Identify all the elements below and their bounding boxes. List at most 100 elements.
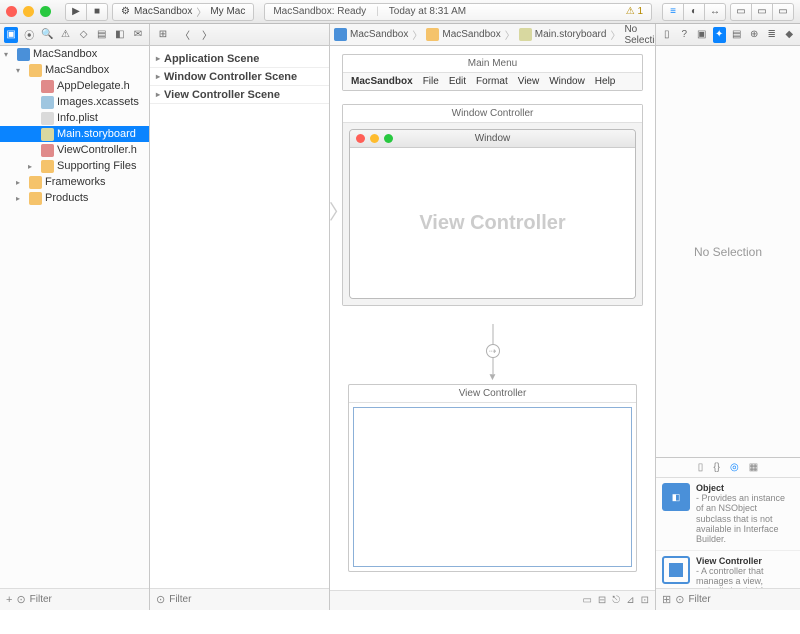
library-tab-bar: ▯ {} ◎ ▦ [656, 458, 800, 478]
canvas-pin-icon[interactable]: ⎋ [612, 595, 620, 606]
xcode-app-icon: ⚙︎ [121, 6, 130, 17]
issue-navigator-tab[interactable]: ⚠ [58, 27, 72, 43]
file-inspector-tab[interactable]: ▯ [660, 27, 674, 43]
outline-back-button[interactable]: 〈 [176, 27, 194, 43]
close-icon [356, 134, 365, 143]
object-library-tab[interactable]: ◎ [730, 462, 739, 473]
build-time: Today at 8:31 AM [389, 6, 466, 17]
menu-items[interactable]: MacSandbox File Edit Format View Window Help [343, 73, 642, 90]
close-icon[interactable] [6, 6, 17, 17]
test-navigator-tab[interactable]: ◇ [77, 27, 91, 43]
breakpoint-navigator-tab[interactable]: ◧ [113, 27, 127, 43]
tree-item[interactable]: ▸Products [0, 190, 149, 206]
segue-icon[interactable]: ⇢ [486, 344, 500, 358]
arrow-down-icon: ▼ [488, 372, 498, 383]
tree-item[interactable]: ▾MacSandbox [0, 46, 149, 62]
window-controller-label: Window Controller [343, 105, 642, 123]
size-inspector-tab[interactable]: ▤ [730, 27, 744, 43]
minimize-icon[interactable] [23, 6, 34, 17]
tree-item[interactable]: AppDelegate.h [0, 78, 149, 94]
media-library-tab[interactable]: ▦ [749, 462, 758, 473]
symbol-navigator-tab[interactable]: ⦿ [22, 27, 36, 43]
find-navigator-tab[interactable]: 🔍 [40, 27, 54, 43]
scene-row[interactable]: ▸View Controller Scene [150, 86, 329, 104]
outline-forward-button[interactable]: 〉 [198, 27, 216, 43]
file-template-library-tab[interactable]: ▯ [698, 462, 704, 473]
outline-footer: ⊙ [150, 588, 329, 610]
toggle-debug-button[interactable]: ▭ [751, 3, 773, 21]
debug-navigator-tab[interactable]: ▤ [95, 27, 109, 43]
standard-editor-button[interactable]: ≡ [662, 3, 684, 21]
navigator-filter-input[interactable] [30, 594, 162, 605]
warning-badge[interactable]: ⚠ 1 [626, 6, 643, 17]
window-object[interactable]: Window View Controller [349, 129, 636, 299]
stop-button[interactable]: ■ [86, 3, 108, 21]
toggle-inspector-button[interactable]: ▭ [772, 3, 794, 21]
view-controller-scene[interactable]: View Controller [348, 384, 637, 572]
canvas-footer: ▭ ⊟ ⎋ ⊿ ⊡ [330, 590, 655, 610]
version-editor-button[interactable]: ↔ [704, 3, 726, 21]
tree-item[interactable]: Images.xcassets [0, 94, 149, 110]
effects-inspector-tab[interactable]: ◆ [783, 27, 797, 43]
view-controller-label: View Controller [349, 385, 636, 403]
window-content[interactable]: View Controller [350, 148, 635, 298]
grid-view-icon[interactable]: ⊞ [662, 593, 671, 606]
tree-item[interactable]: ▸Frameworks [0, 174, 149, 190]
main-menu-scene[interactable]: Main Menu MacSandboxFileEditFormatViewWi… [342, 54, 643, 91]
jump-crumb[interactable]: MacSandbox [442, 29, 500, 40]
add-icon[interactable]: + [6, 594, 12, 606]
canvas-layout-icon[interactable]: ▭ [582, 595, 591, 606]
library-filter-input[interactable] [688, 594, 800, 605]
view-object[interactable] [353, 407, 632, 567]
canvas-resolve-icon[interactable]: ⊿ [626, 595, 634, 606]
menu-item[interactable]: Window [549, 76, 585, 87]
tree-item[interactable]: ▾MacSandbox [0, 62, 149, 78]
jump-crumb[interactable]: MacSandbox [350, 29, 408, 40]
assistant-editor-button[interactable]: ◐ [683, 3, 705, 21]
outline-filter-input[interactable] [169, 594, 323, 605]
help-inspector-tab[interactable]: ? [678, 27, 692, 43]
attributes-inspector-tab[interactable]: ✦ [713, 27, 727, 43]
menu-item[interactable]: Format [476, 76, 508, 87]
menu-item[interactable]: Help [595, 76, 616, 87]
report-navigator-tab[interactable]: ✉ [131, 27, 145, 43]
canvas-align-icon[interactable]: ⊟ [598, 595, 606, 606]
library-item[interactable]: View Controller - A controller that mana… [656, 551, 800, 588]
connections-inspector-tab[interactable]: ⊕ [748, 27, 762, 43]
project-tree[interactable]: ▾MacSandbox▾MacSandboxAppDelegate.hImage… [0, 46, 149, 588]
outline-grid-icon[interactable]: ⊞ [154, 27, 172, 43]
project-icon [334, 28, 347, 41]
tree-item[interactable]: Main.storyboard [0, 126, 149, 142]
toggle-navigator-button[interactable]: ▭ [730, 3, 752, 21]
tree-item[interactable]: ▸Supporting Files [0, 158, 149, 174]
menu-item[interactable]: MacSandbox [351, 76, 413, 87]
run-button[interactable]: ▶ [65, 3, 87, 21]
code-snippet-library-tab[interactable]: {} [713, 462, 720, 473]
jump-bar[interactable]: MacSandbox 〉 MacSandbox 〉 Main.storyboar… [330, 24, 655, 46]
identity-inspector-tab[interactable]: ▣ [695, 27, 709, 43]
canvas-embed-icon[interactable]: ⊡ [641, 595, 649, 606]
project-navigator-tab[interactable]: ▣ [4, 27, 18, 43]
menu-item[interactable]: Edit [449, 76, 466, 87]
library-item[interactable]: ◧Object - Provides an instance of an NSO… [656, 478, 800, 551]
window-controller-scene[interactable]: Window Controller Window View Controller [342, 104, 643, 306]
editor-area: MacSandbox 〉 MacSandbox 〉 Main.storyboar… [330, 24, 655, 610]
bindings-inspector-tab[interactable]: ≣ [765, 27, 779, 43]
library-items[interactable]: ◧Object - Provides an instance of an NSO… [656, 478, 800, 588]
tree-item[interactable]: Info.plist [0, 110, 149, 126]
scheme-selector[interactable]: ⚙︎ MacSandbox 〉 My Mac [112, 3, 254, 21]
scene-row[interactable]: ▸Window Controller Scene [150, 68, 329, 86]
scene-list[interactable]: ▸Application Scene▸Window Controller Sce… [150, 46, 329, 588]
menu-item[interactable]: File [423, 76, 439, 87]
jump-crumb[interactable]: Main.storyboard [535, 29, 607, 40]
scene-row[interactable]: ▸Application Scene [150, 50, 329, 68]
object-icon: ◧ [662, 483, 690, 511]
zoom-icon[interactable] [40, 6, 51, 17]
tree-item[interactable]: ViewController.h [0, 142, 149, 158]
tree-item-label: Frameworks [45, 176, 106, 188]
library-item-desc: - A controller that manages a view, typi… [696, 566, 794, 588]
interface-builder-canvas[interactable]: 〉 Main Menu MacSandboxFileEditFormatView… [330, 46, 655, 590]
run-controls: ▶ ■ [65, 3, 108, 21]
menu-item[interactable]: View [518, 76, 540, 87]
tree-item-label: Main.storyboard [57, 128, 136, 140]
